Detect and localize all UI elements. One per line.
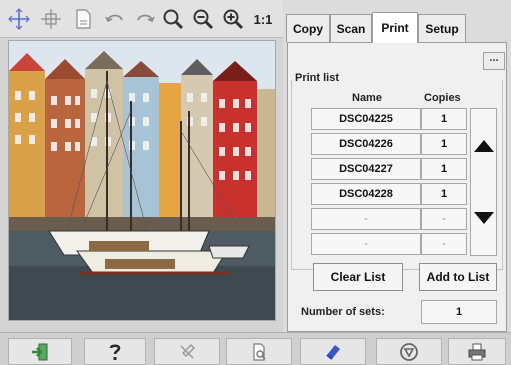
zoom-fit-button[interactable] (160, 6, 186, 32)
row-copies-cell[interactable]: 1 (421, 108, 467, 130)
eraser-icon (326, 344, 340, 360)
eraser-button[interactable] (300, 338, 366, 365)
disabled-tool-icon (180, 343, 196, 359)
row-copies-cell[interactable]: - (421, 208, 467, 230)
help-button[interactable] (84, 338, 146, 365)
row-copies-cell[interactable]: 1 (421, 133, 467, 155)
column-header-copies: Copies (424, 92, 461, 104)
stop-icon (400, 342, 418, 361)
crosshair-icon (8, 8, 30, 30)
tab-print[interactable]: Print (372, 12, 418, 43)
rotate-right-button[interactable] (132, 6, 158, 32)
row-name-cell[interactable]: - (311, 208, 421, 230)
image-toolbar: 1:1 (0, 0, 283, 38)
stop-button[interactable] (376, 338, 442, 365)
row-name-cell[interactable]: DSC04227 (311, 158, 421, 180)
disabled-tool-button[interactable] (154, 338, 220, 365)
harbor-photo (9, 41, 275, 320)
zoom-in-button[interactable] (220, 6, 246, 32)
rotate-right-icon (137, 14, 155, 23)
exit-icon (32, 343, 48, 360)
rotate-left-icon (105, 14, 123, 23)
tab-copy[interactable]: Copy (286, 14, 330, 42)
row-name-cell[interactable]: DSC04226 (311, 133, 421, 155)
up-arrow-icon (473, 140, 494, 152)
crosshair-tool-button[interactable] (6, 6, 32, 32)
scroll-up-button[interactable] (471, 134, 496, 158)
zoom-out-icon (193, 9, 214, 30)
actual-size-label: 1:1 (253, 11, 273, 27)
row-name-cell[interactable]: DSC04228 (311, 183, 421, 205)
scroll-down-button[interactable] (471, 206, 496, 230)
image-preview[interactable] (8, 40, 276, 321)
down-arrow-icon (473, 212, 494, 224)
zoom-fit-icon (163, 9, 184, 30)
page-tool-button[interactable] (70, 6, 96, 32)
move-icon (41, 9, 61, 29)
number-of-sets-field[interactable]: 1 (421, 300, 497, 324)
column-header-name: Name (352, 92, 382, 104)
row-name-cell[interactable]: DSC04225 (311, 108, 421, 130)
add-to-list-button[interactable]: Add to List (419, 263, 497, 291)
list-scroll-bar[interactable] (470, 108, 497, 256)
zoom-in-icon (223, 9, 244, 30)
rotate-left-button[interactable] (102, 6, 128, 32)
row-copies-cell[interactable]: 1 (421, 183, 467, 205)
number-of-sets-label: Number of sets: (301, 306, 385, 318)
row-copies-cell[interactable]: - (421, 233, 467, 255)
clear-list-button[interactable]: Clear List (313, 263, 403, 291)
tab-scan[interactable]: Scan (330, 14, 372, 42)
more-options-button[interactable]: ... (483, 52, 505, 70)
row-name-cell[interactable]: - (311, 233, 421, 255)
print-button[interactable] (448, 338, 506, 365)
printer-icon (468, 343, 486, 360)
zoom-out-button[interactable] (190, 6, 216, 32)
page-icon (76, 9, 91, 29)
exit-button[interactable] (8, 338, 72, 365)
print-list-label: Print list (293, 72, 342, 84)
row-copies-cell[interactable]: 1 (421, 158, 467, 180)
help-icon (109, 343, 121, 360)
preview-icon (253, 342, 266, 361)
tab-setup[interactable]: Setup (418, 14, 466, 42)
preview-button[interactable] (226, 338, 292, 365)
actual-size-button[interactable]: 1:1 (250, 6, 276, 32)
move-tool-button[interactable] (38, 6, 64, 32)
